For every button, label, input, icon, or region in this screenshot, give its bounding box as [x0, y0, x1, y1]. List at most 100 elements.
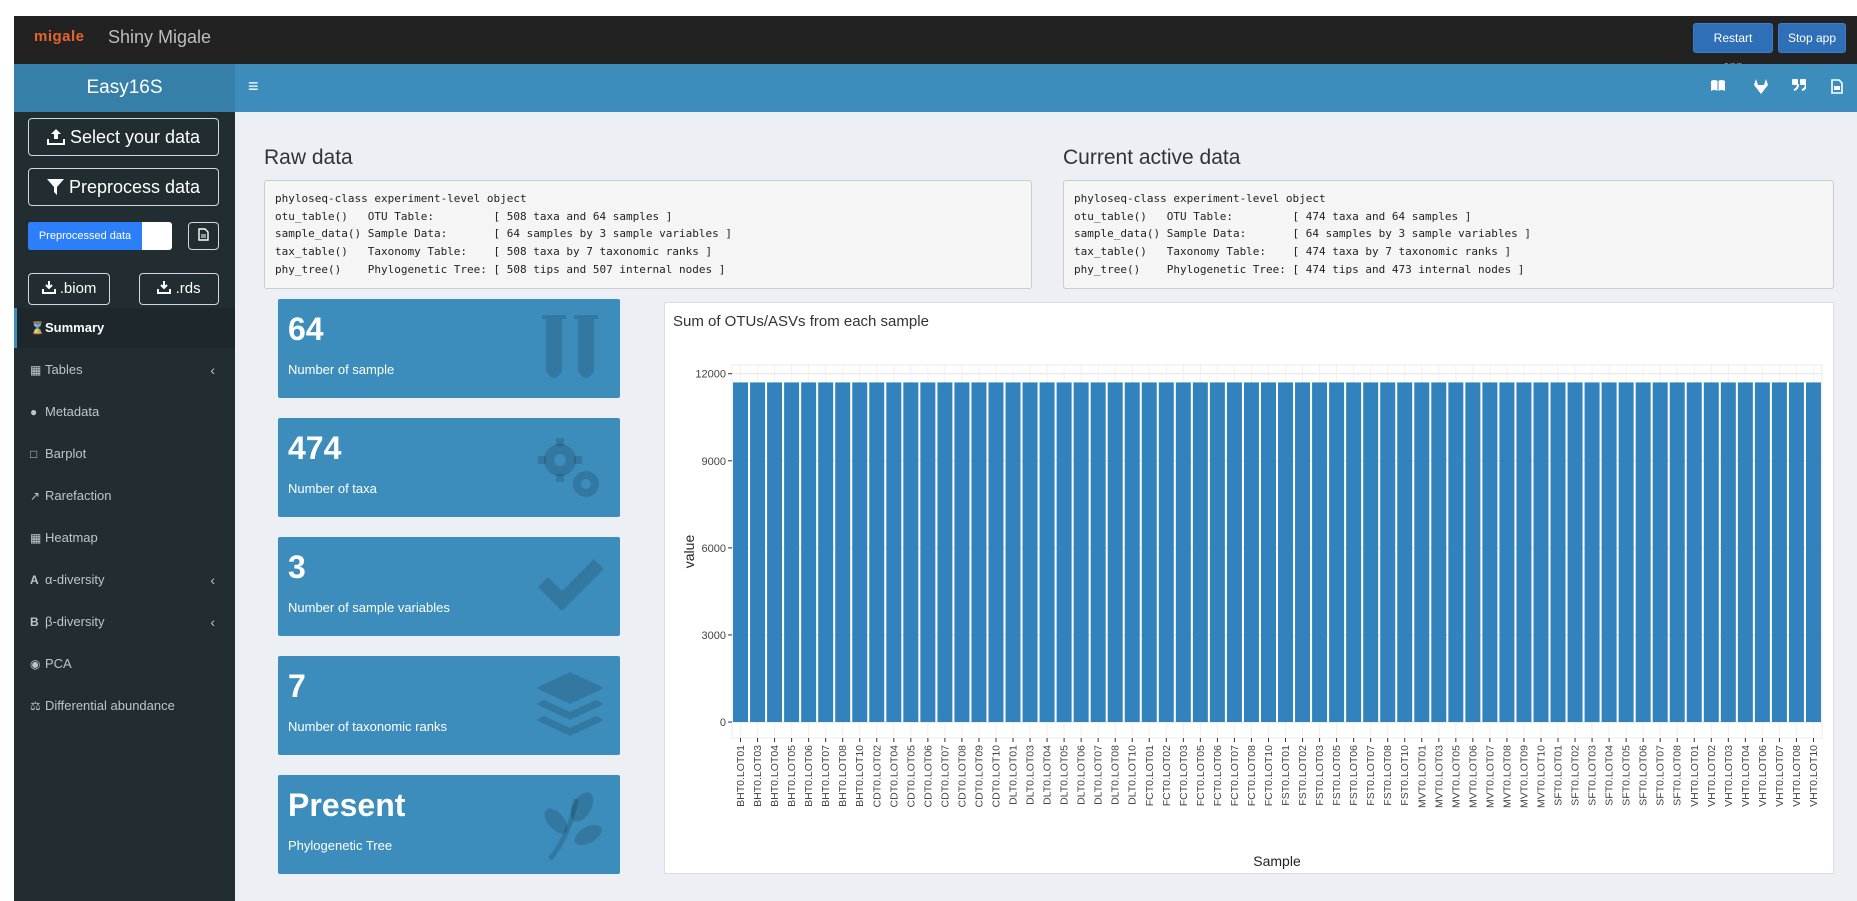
sidebar-item-tables[interactable]: ▦ Tables ‹: [14, 350, 235, 390]
balance-icon: ⚖: [30, 699, 41, 713]
x-tick-label: BHT0.LOT08: [837, 745, 849, 807]
sidebar-item-label: Barplot: [45, 446, 87, 461]
x-tick-label: MVT0.LOT06: [1467, 745, 1479, 808]
download-biom-button[interactable]: .biom: [28, 273, 110, 305]
x-tick-label: DLT0.LOT03: [1025, 745, 1037, 805]
bar: [1295, 382, 1311, 723]
data-info-button[interactable]: [188, 222, 219, 250]
sidebar-item-label: PCA: [45, 656, 72, 671]
sidebar: Select your data Preprocess data Preproc…: [14, 112, 235, 901]
sidebar-toggle-icon[interactable]: ≡: [248, 76, 259, 97]
bar: [1005, 382, 1021, 723]
sidebar-item-differential-abundance[interactable]: ⚖ Differential abundance: [14, 686, 235, 726]
select-data-button[interactable]: Select your data: [28, 118, 219, 156]
x-tick-label: BHT0.LOT07: [820, 745, 832, 807]
x-tick-label: BHT0.LOT03: [752, 745, 764, 807]
grid-icon: ▦: [30, 531, 42, 545]
bar: [1448, 382, 1464, 723]
download-rds-button[interactable]: .rds: [139, 273, 219, 305]
x-tick-label: DLT0.LOT07: [1093, 745, 1105, 805]
bar: [1788, 382, 1804, 723]
table-icon: ▦: [30, 363, 42, 377]
value-box-taxonomic-ranks: 7 Number of taxonomic ranks: [278, 656, 620, 755]
top-bar: migale Shiny Migale Restart app Stop app: [14, 16, 1857, 73]
y-tick-label: 12000: [695, 369, 726, 381]
sidebar-item-beta-diversity[interactable]: Bβ-diversity ‹: [14, 602, 235, 642]
bar: [1243, 382, 1259, 723]
x-tick-label: SFT0.LOT04: [1604, 745, 1616, 806]
x-tick-label: FST0.LOT10: [1399, 745, 1411, 806]
preprocess-data-button[interactable]: Preprocess data: [28, 168, 219, 206]
sidebar-item-barplot[interactable]: □ Barplot: [14, 434, 235, 474]
line-chart-icon: ↗: [30, 489, 41, 503]
sidebar-item-label: Metadata: [45, 404, 100, 419]
sidebar-item-rarefaction[interactable]: ↗ Rarefaction: [14, 476, 235, 516]
bar: [1380, 382, 1396, 723]
x-tick-label: MVT0.LOT01: [1416, 745, 1428, 808]
value-box-value: 3: [288, 549, 306, 585]
bar: [920, 382, 936, 723]
stop-app-button[interactable]: Stop app: [1778, 23, 1846, 53]
bar: [1686, 382, 1702, 723]
download-biom-label: .biom: [59, 280, 97, 297]
x-tick-label: SFT0.LOT03: [1587, 745, 1599, 806]
restart-app-button[interactable]: Restart app: [1693, 23, 1773, 73]
y-tick-label: 6000: [702, 543, 726, 555]
x-tick-label: SFT0.LOT05: [1621, 745, 1633, 806]
x-tick-label: FCT0.LOT01: [1144, 745, 1156, 806]
bar: [1737, 382, 1753, 723]
x-tick-label: FCT0.LOT05: [1195, 745, 1207, 806]
x-tick-label: DLT0.LOT05: [1059, 745, 1071, 805]
palette-icon: ●: [30, 405, 38, 419]
bar: [1652, 382, 1668, 723]
sidebar-item-summary[interactable]: ⌛Summary: [14, 308, 235, 348]
file-icon[interactable]: [1828, 79, 1846, 97]
sidebar-item-alpha-diversity[interactable]: Aα-diversity ‹: [14, 560, 235, 600]
y-axis-label: value: [681, 535, 697, 569]
sidebar-item-metadata[interactable]: ● Metadata: [14, 392, 235, 432]
download-icon: [41, 280, 60, 297]
book-icon[interactable]: [1709, 79, 1727, 97]
x-tick-label: VHT0.LOT01: [1689, 745, 1701, 807]
download-rds-label: .rds: [175, 280, 201, 297]
beta-icon: B: [30, 615, 39, 629]
hourglass-icon: ⌛: [30, 321, 45, 335]
bar: [1260, 382, 1276, 723]
x-tick-label: DLT0.LOT06: [1076, 745, 1088, 805]
bar: [1771, 382, 1787, 723]
raw-data-title: Raw data: [264, 146, 353, 169]
gitlab-icon[interactable]: [1752, 79, 1770, 97]
bar: [784, 382, 800, 723]
x-tick-label: FST0.LOT02: [1297, 745, 1309, 806]
x-tick-label: FST0.LOT01: [1280, 745, 1292, 806]
sidebar-item-pca[interactable]: ◉ PCA: [14, 644, 235, 684]
preprocessed-data-toggle[interactable]: Preprocessed data: [28, 222, 172, 250]
x-tick-label: FCT0.LOT06: [1212, 745, 1224, 806]
x-tick-label: MVT0.LOT07: [1484, 745, 1496, 808]
x-tick-label: FCT0.LOT10: [1263, 745, 1275, 806]
x-tick-label: BHT0.LOT10: [854, 745, 866, 807]
bar: [1601, 382, 1617, 723]
x-tick-label: CDT0.LOT05: [905, 745, 917, 808]
sidebar-item-heatmap[interactable]: ▦ Heatmap: [14, 518, 235, 558]
x-tick-label: FST0.LOT07: [1365, 745, 1377, 806]
x-tick-label: VHT0.LOT08: [1791, 745, 1803, 807]
value-box-taxa: 474 Number of taxa: [278, 418, 620, 517]
bar: [937, 382, 953, 723]
migale-logo[interactable]: migale: [34, 28, 85, 45]
bar: [1482, 382, 1498, 723]
test-tubes-icon: [542, 315, 598, 378]
x-axis-label: Sample: [1253, 853, 1301, 869]
chevron-left-icon: ‹: [210, 362, 215, 378]
x-tick-label: BHT0.LOT05: [786, 745, 798, 807]
bar: [886, 382, 902, 723]
x-tick-label: CDT0.LOT10: [990, 745, 1002, 808]
raw-data-summary: phyloseq-class experiment-level object o…: [264, 180, 1032, 289]
target-icon: ◉: [30, 657, 41, 671]
bar: [801, 382, 817, 723]
x-tick-label: FCT0.LOT07: [1229, 745, 1241, 806]
x-tick-label: SFT0.LOT08: [1672, 745, 1684, 806]
bar: [1192, 382, 1208, 723]
bar: [1175, 382, 1191, 723]
quote-icon[interactable]: [1790, 79, 1808, 97]
